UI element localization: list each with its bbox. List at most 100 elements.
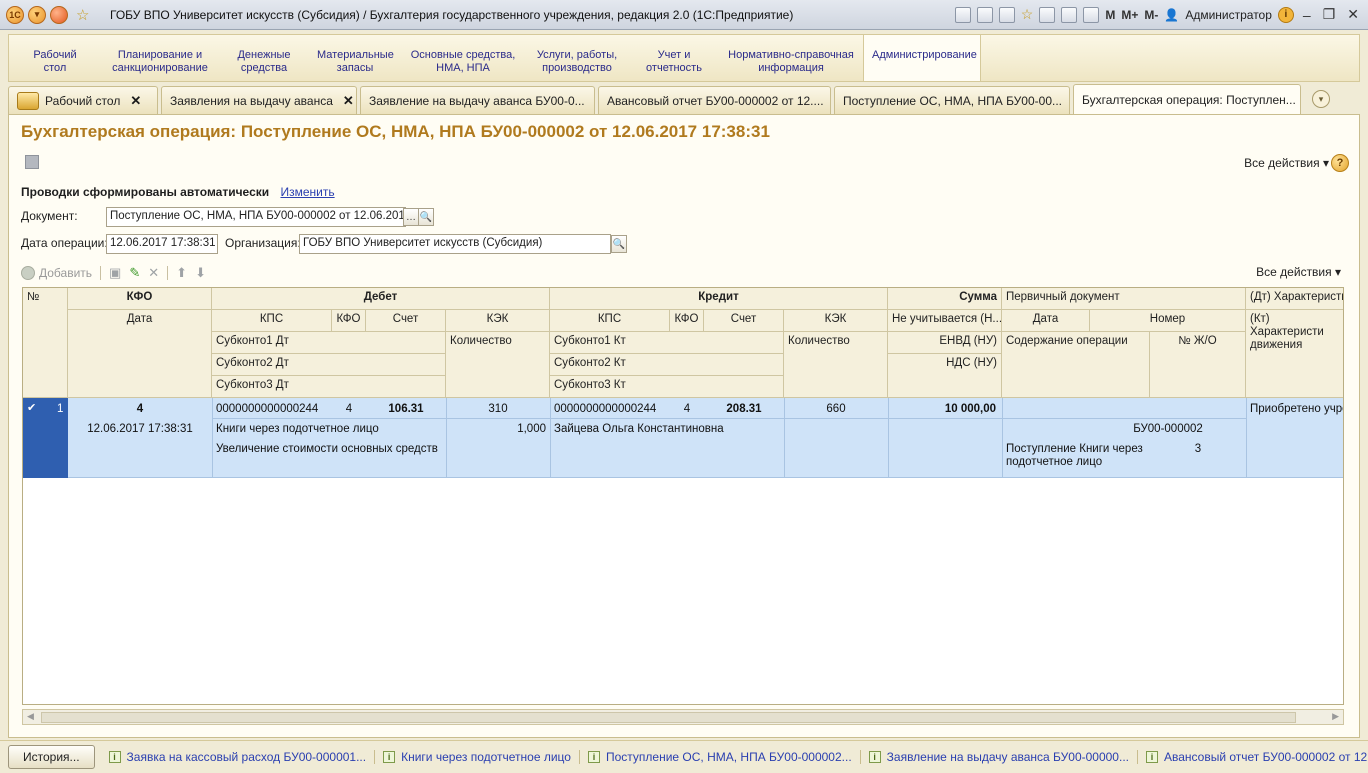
section-accounting[interactable]: Учет и отчетность bbox=[629, 35, 719, 81]
app-menu-icon[interactable]: 1С bbox=[6, 5, 24, 24]
header-kfo-dt[interactable]: КФО bbox=[332, 310, 366, 332]
header-envd[interactable]: ЕНВД (НУ) bbox=[888, 332, 1002, 354]
preview-icon[interactable] bbox=[998, 6, 1015, 23]
scroll-thumb[interactable] bbox=[41, 712, 1296, 723]
search-icon[interactable]: 🔍 bbox=[611, 235, 627, 253]
header-dt-characteristic[interactable]: (Дт) Характеристи bbox=[1246, 288, 1343, 310]
cell-content[interactable]: Поступление Книги через подотчетное лицо bbox=[1002, 441, 1150, 471]
cell-subconto1-dt[interactable]: Книги через подотчетное лицо bbox=[212, 421, 446, 437]
edit-icon[interactable]: ✎ bbox=[129, 265, 140, 281]
save-icon[interactable] bbox=[954, 6, 971, 23]
more-tabs-icon[interactable]: ▾ bbox=[1312, 90, 1330, 108]
calculator-icon[interactable] bbox=[1061, 6, 1078, 23]
section-services[interactable]: Услуги, работы, производство bbox=[525, 35, 629, 81]
header-num[interactable]: № bbox=[23, 288, 68, 398]
move-up-icon[interactable]: ⬆ bbox=[176, 265, 187, 281]
header-sum[interactable]: Сумма bbox=[888, 288, 1002, 310]
date-field[interactable]: 12.06.2017 17:38:31 bbox=[106, 234, 218, 254]
section-administration[interactable]: Администрирование bbox=[863, 35, 981, 81]
search-icon[interactable]: 🔍 bbox=[418, 208, 434, 226]
header-vat[interactable]: НДС (НУ) bbox=[888, 354, 1002, 398]
header-subconto2-dt[interactable]: Субконто2 Дт bbox=[212, 354, 446, 376]
history-button[interactable]: История... bbox=[8, 745, 95, 769]
section-fixed-assets[interactable]: Основные средства, НМА, НПА bbox=[401, 35, 525, 81]
user-name[interactable]: Администратор bbox=[1185, 8, 1272, 22]
section-planning[interactable]: Планирование и санкционирование bbox=[101, 35, 219, 81]
restore-button[interactable]: ❐ bbox=[1320, 6, 1339, 23]
history-item[interactable]: iАвансовый отчет БУ00-000002 от 12.06.2.… bbox=[1145, 750, 1368, 764]
cell-kek-kt[interactable]: 660 bbox=[784, 401, 888, 417]
select-button[interactable]: … bbox=[403, 208, 419, 226]
cell-account-kt[interactable]: 208.31 bbox=[704, 401, 784, 417]
cell-journal[interactable]: 3 bbox=[1150, 441, 1246, 457]
section-materials[interactable]: Материальные запасы bbox=[309, 35, 401, 81]
tab-accounting-operation[interactable]: Бухгалтерская операция: Поступлен... ✕ bbox=[1073, 84, 1301, 114]
help-icon[interactable]: ? bbox=[1331, 154, 1349, 172]
section-cash[interactable]: Денежные средства bbox=[219, 35, 309, 81]
cell-kfo[interactable]: 4 bbox=[68, 401, 212, 417]
header-subconto3-kt[interactable]: Субконто3 Кт bbox=[550, 376, 784, 398]
dropdown-menu-icon[interactable]: ▾ bbox=[28, 5, 46, 24]
scroll-left-icon[interactable]: ◀ bbox=[27, 711, 34, 722]
header-pd-number[interactable]: Номер bbox=[1090, 310, 1246, 332]
close-button[interactable]: ✕ bbox=[1344, 6, 1362, 23]
cell-subconto2-dt[interactable]: Увеличение стоимости основных средств bbox=[212, 441, 472, 457]
history-item[interactable]: i Поступление ОС, НМА, НПА БУ00-000002... bbox=[587, 750, 861, 764]
header-subconto3-dt[interactable]: Субконто3 Дт bbox=[212, 376, 446, 398]
cell-kfo-dt[interactable]: 4 bbox=[332, 401, 366, 417]
document-field[interactable]: Поступление ОС, НМА, НПА БУ00-000002 от … bbox=[106, 207, 406, 227]
close-icon[interactable]: ✕ bbox=[343, 93, 354, 109]
move-down-icon[interactable]: ⬇ bbox=[195, 265, 206, 281]
cell-kps-dt[interactable]: 0000000000000244 bbox=[212, 401, 332, 417]
cell-kek-dt[interactable]: 310 bbox=[446, 401, 550, 417]
record-icon[interactable] bbox=[50, 5, 68, 24]
section-reference[interactable]: Нормативно-справочная информация bbox=[719, 35, 863, 81]
tab-asset-receipt[interactable]: Поступление ОС, НМА, НПА БУ00-00... ✕ bbox=[834, 86, 1070, 114]
header-journal[interactable]: № Ж/О bbox=[1150, 332, 1246, 398]
change-link[interactable]: Изменить bbox=[280, 185, 334, 199]
delete-icon[interactable]: ✕ bbox=[148, 265, 159, 281]
cell-pd-number[interactable]: БУ00-000002 bbox=[1090, 421, 1246, 437]
all-actions-menu[interactable]: Все действия ▾ bbox=[1244, 156, 1329, 170]
minimize-button[interactable]: – bbox=[1300, 7, 1314, 23]
header-kfo-kt[interactable]: КФО bbox=[670, 310, 704, 332]
header-quantity-dt[interactable]: Количество bbox=[446, 332, 550, 398]
save-icon[interactable] bbox=[25, 155, 39, 169]
cell-subconto1-kt[interactable]: Зайцева Ольга Константиновна bbox=[550, 421, 784, 437]
header-subconto1-dt[interactable]: Субконто1 Дт bbox=[212, 332, 446, 354]
memory-m-minus-button[interactable]: M- bbox=[1144, 8, 1158, 22]
add-favorite-icon[interactable]: ☆ bbox=[1021, 6, 1034, 23]
copy-icon[interactable]: ▣ bbox=[109, 265, 121, 281]
postings-table[interactable]: № КФО Дебет Кредит Сумма Первичный докум… bbox=[22, 287, 1344, 705]
cell-kps-kt[interactable]: 0000000000000244 bbox=[550, 401, 670, 417]
links-icon[interactable] bbox=[1039, 6, 1056, 23]
cell-date[interactable]: 12.06.2017 17:38:31 bbox=[68, 421, 212, 437]
tab-advance-requests[interactable]: Заявления на выдачу аванса ✕ bbox=[161, 86, 357, 114]
header-not-counted[interactable]: Не учитывается (Н... bbox=[888, 310, 1002, 332]
section-desktop[interactable]: Рабочий стол bbox=[9, 35, 101, 81]
header-kps-dt[interactable]: КПС bbox=[212, 310, 332, 332]
history-item[interactable]: i Книги через подотчетное лицо bbox=[383, 750, 580, 764]
header-kek-dt[interactable]: КЭК bbox=[446, 310, 550, 332]
tab-advance-request[interactable]: Заявление на выдачу аванса БУ00-0... ✕ bbox=[360, 86, 595, 114]
scroll-right-icon[interactable]: ▶ bbox=[1332, 711, 1339, 722]
cell-quantity-dt[interactable]: 1,000 bbox=[446, 421, 550, 437]
calendar-icon[interactable] bbox=[1083, 6, 1100, 23]
info-icon[interactable]: i bbox=[1277, 6, 1294, 23]
tab-advance-report[interactable]: Авансовый отчет БУ00-000002 от 12.... ✕ bbox=[598, 86, 831, 114]
header-account-dt[interactable]: Счет bbox=[366, 310, 446, 332]
memory-m-plus-button[interactable]: M+ bbox=[1121, 8, 1138, 22]
close-icon[interactable]: ✕ bbox=[130, 93, 141, 109]
cell-sum[interactable]: 10 000,00 bbox=[888, 401, 1000, 417]
cell-dt-characteristic[interactable]: Приобретено учре: bbox=[1246, 401, 1343, 417]
favorite-star-icon[interactable]: ☆ bbox=[76, 6, 89, 24]
header-account-kt[interactable]: Счет bbox=[704, 310, 784, 332]
history-item[interactable]: i Заявление на выдачу аванса БУ00-00000..… bbox=[868, 750, 1138, 764]
table-all-actions-menu[interactable]: Все действия ▾ bbox=[1256, 265, 1341, 279]
header-quantity-kt[interactable]: Количество bbox=[784, 332, 888, 398]
memory-m-button[interactable]: M bbox=[1105, 8, 1115, 22]
header-kt-characteristic[interactable]: (Кт) Характеристи движения bbox=[1246, 310, 1343, 398]
tab-desktop[interactable]: Рабочий стол ✕ bbox=[8, 86, 158, 114]
header-subconto1-kt[interactable]: Субконто1 Кт bbox=[550, 332, 784, 354]
header-subconto2-kt[interactable]: Субконто2 Кт bbox=[550, 354, 784, 376]
